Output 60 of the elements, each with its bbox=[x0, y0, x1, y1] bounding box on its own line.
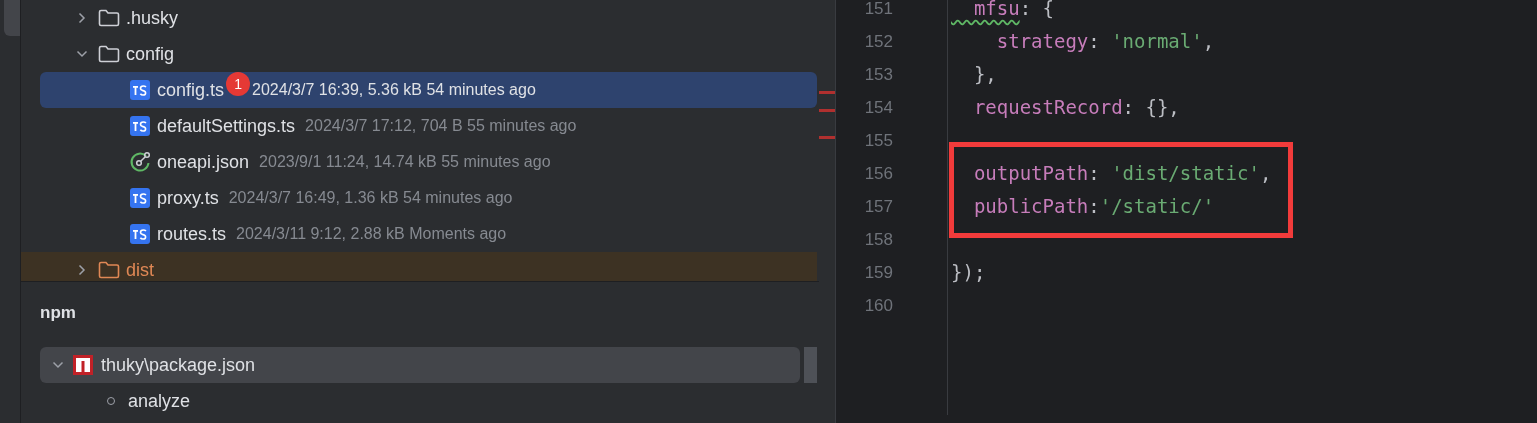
tree-row[interactable]: config.ts 1 2024/3/7 16:39, 5.36 kB 54 minutes ago bbox=[40, 72, 817, 108]
typescript-file-icon bbox=[130, 188, 150, 208]
line-number: 158 bbox=[864, 228, 893, 251]
file-details: 2023/9/1 11:24, 14.74 kB 55 minutes ago bbox=[259, 152, 551, 172]
notification-badge: 1 bbox=[226, 72, 251, 96]
typescript-file-icon bbox=[130, 80, 150, 100]
line-number: 157 bbox=[864, 195, 893, 218]
tree-row[interactable]: defaultSettings.ts 2024/3/7 17:12, 704 B 55 minutes ago bbox=[40, 108, 817, 144]
code-line: outputPath: 'dist/static', bbox=[972, 161, 1272, 187]
line-number: 154 bbox=[864, 96, 893, 119]
tree-row[interactable]: proxy.ts 2024/3/7 16:49, 1.36 kB 54 minutes ago bbox=[40, 180, 817, 216]
file-name[interactable]: defaultSettings.ts bbox=[157, 112, 296, 140]
api-file-icon bbox=[129, 151, 151, 173]
file-name[interactable]: config bbox=[126, 40, 175, 68]
package-row[interactable]: thuky\package.json bbox=[40, 347, 800, 383]
change-marker bbox=[819, 109, 835, 112]
line-number: 155 bbox=[864, 129, 893, 152]
file-name[interactable]: .husky bbox=[126, 4, 179, 32]
chevron-icon[interactable] bbox=[76, 12, 88, 24]
change-marker bbox=[819, 136, 835, 139]
package-name: thuky\package.json bbox=[101, 353, 256, 377]
file-name: config.ts bbox=[157, 78, 225, 102]
tree-row[interactable]: routes.ts 2024/3/11 9:12, 2.88 kB Moments ago bbox=[40, 216, 817, 252]
chevron-icon[interactable] bbox=[76, 264, 88, 276]
code-line: requestRecord: {}, bbox=[972, 95, 1180, 121]
tree-row[interactable]: oneapi.json 2023/9/1 11:24, 14.74 kB 55 minutes ago bbox=[40, 144, 817, 180]
file-name[interactable]: routes.ts bbox=[157, 220, 227, 248]
file-name: dist bbox=[126, 258, 154, 281]
file-details: 2024/3/7 17:12, 704 B 55 minutes ago bbox=[305, 116, 577, 136]
npm-icon bbox=[73, 355, 93, 375]
folder-icon bbox=[98, 9, 120, 27]
code-line: }); bbox=[951, 260, 986, 286]
file-name[interactable]: proxy.ts bbox=[157, 184, 219, 212]
typescript-file-icon bbox=[130, 224, 150, 244]
code-line: mfsu: { bbox=[972, 0, 1054, 22]
file-details: 2024/3/7 16:49, 1.36 kB 54 minutes ago bbox=[228, 188, 513, 208]
file-name[interactable]: oneapi.json bbox=[157, 148, 250, 176]
line-number: 152 bbox=[864, 30, 893, 53]
code-line: }, bbox=[972, 62, 997, 88]
line-number: 153 bbox=[864, 63, 893, 86]
tree-row[interactable]: .husky bbox=[40, 0, 817, 36]
tree-row[interactable]: config bbox=[40, 36, 817, 72]
scrollbar[interactable] bbox=[804, 347, 817, 383]
folder-icon bbox=[98, 261, 120, 279]
code-line: strategy: 'normal', bbox=[995, 29, 1215, 55]
file-details: 2024/3/11 9:12, 2.88 kB Moments ago bbox=[236, 224, 507, 244]
tree-row[interactable]: dist bbox=[21, 252, 817, 281]
chevron-icon[interactable] bbox=[76, 48, 88, 60]
line-number: 156 bbox=[864, 162, 893, 185]
typescript-file-icon bbox=[130, 116, 150, 136]
panel-title: npm bbox=[39, 302, 76, 324]
code-line: publicPath:'/static/' bbox=[972, 194, 1215, 220]
line-number: 159 bbox=[864, 261, 893, 284]
script-name[interactable]: analyze bbox=[128, 387, 191, 415]
folder-icon bbox=[98, 45, 120, 63]
change-marker bbox=[819, 91, 835, 94]
line-number: 151 bbox=[864, 0, 893, 20]
chevron-icon[interactable] bbox=[52, 359, 64, 371]
file-details: 2024/3/7 16:39, 5.36 kB 54 minutes ago bbox=[252, 80, 536, 100]
line-number: 160 bbox=[864, 294, 893, 317]
